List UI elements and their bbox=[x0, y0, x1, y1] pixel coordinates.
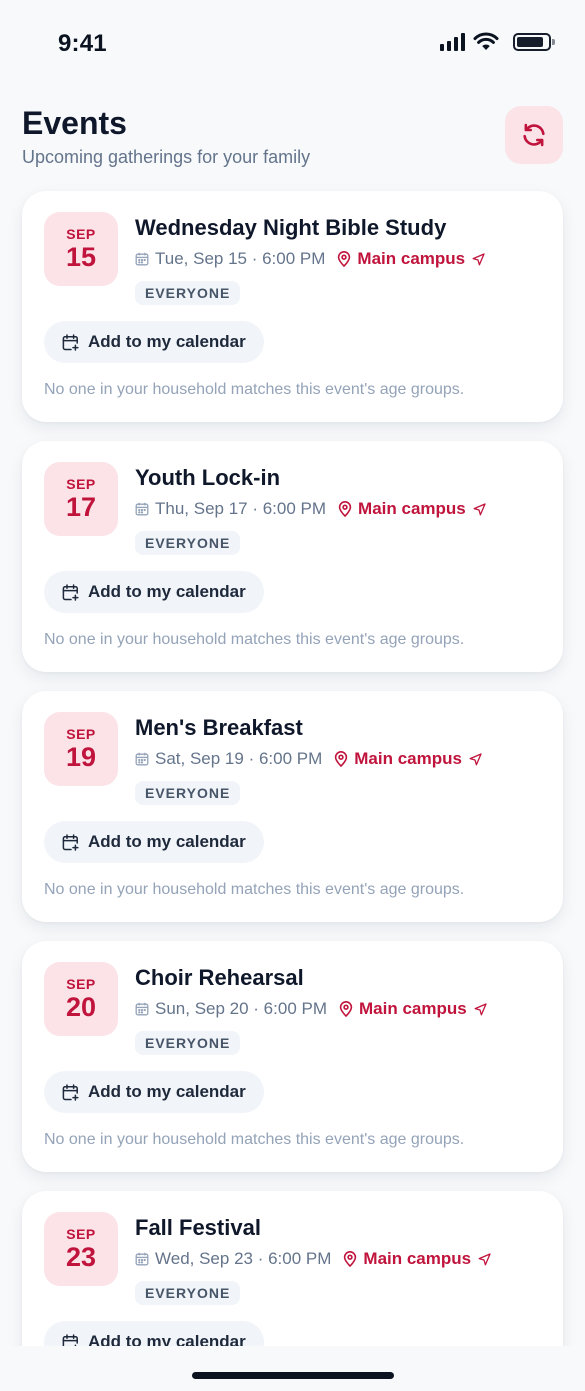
status-time: 9:41 bbox=[58, 30, 107, 57]
event-location: Main campus bbox=[363, 1249, 472, 1268]
event-meta: Tue, Sep 15 · 6:00 PM Main campus bbox=[135, 249, 485, 269]
age-group-notice: No one in your household matches this ev… bbox=[44, 1131, 465, 1148]
refresh-icon bbox=[523, 123, 545, 147]
date-badge: SEP 23 bbox=[44, 1212, 118, 1286]
event-datetime: Sat, Sep 19 · 6:00 PM bbox=[155, 749, 323, 768]
audience-tag: EVERYONE bbox=[135, 531, 241, 555]
date-month: SEP bbox=[66, 476, 96, 492]
date-month: SEP bbox=[66, 976, 96, 992]
calendar-icon bbox=[135, 752, 149, 766]
event-title: Wednesday Night Bible Study bbox=[135, 215, 447, 240]
event-card[interactable]: SEP 19 Men's Breakfast Sat, Sep 19 · 6:0… bbox=[22, 691, 563, 922]
event-datetime: Thu, Sep 17 · 6:00 PM bbox=[155, 499, 327, 518]
audience-tag: EVERYONE bbox=[135, 1031, 241, 1055]
location-pin-icon bbox=[344, 1251, 357, 1267]
age-group-notice: No one in your household matches this ev… bbox=[44, 381, 465, 398]
event-meta: Wed, Sep 23 · 6:00 PM Main campus bbox=[135, 1249, 491, 1269]
navigation-arrow-icon bbox=[472, 252, 485, 265]
navigation-arrow-icon bbox=[473, 502, 486, 515]
audience-tag: EVERYONE bbox=[135, 781, 241, 805]
page-header: Events Upcoming gatherings for your fami… bbox=[22, 104, 563, 170]
add-to-calendar-button[interactable]: Add to my calendar bbox=[44, 821, 264, 863]
event-location: Main campus bbox=[354, 749, 462, 768]
age-group-notice: No one in your household matches this ev… bbox=[44, 881, 465, 898]
date-day: 17 bbox=[65, 492, 97, 522]
refresh-button[interactable] bbox=[505, 106, 563, 164]
calendar-add-icon bbox=[62, 333, 79, 351]
calendar-icon bbox=[135, 1252, 149, 1266]
event-title: Youth Lock-in bbox=[135, 465, 281, 490]
event-location-link[interactable]: Main campus bbox=[334, 749, 482, 769]
calendar-add-icon bbox=[62, 833, 79, 851]
event-location: Main campus bbox=[359, 999, 467, 1018]
wifi-icon bbox=[473, 32, 499, 50]
date-month: SEP bbox=[66, 1226, 96, 1242]
add-to-calendar-label: Add to my calendar bbox=[88, 1082, 246, 1101]
event-meta: Sat, Sep 19 · 6:00 PM Main campus bbox=[135, 749, 482, 769]
add-to-calendar-button[interactable]: Add to my calendar bbox=[44, 1071, 264, 1113]
calendar-add-icon bbox=[62, 1083, 79, 1101]
cellular-signal-icon bbox=[440, 33, 465, 51]
event-title: Men's Breakfast bbox=[135, 715, 303, 740]
battery-icon bbox=[513, 33, 555, 51]
date-badge: SEP 17 bbox=[44, 462, 118, 536]
audience-tag: EVERYONE bbox=[135, 1281, 241, 1305]
date-badge: SEP 20 bbox=[44, 962, 118, 1036]
bottom-safe-area bbox=[0, 1346, 585, 1391]
calendar-icon bbox=[135, 1002, 149, 1016]
add-to-calendar-label: Add to my calendar bbox=[88, 332, 246, 351]
add-to-calendar-label: Add to my calendar bbox=[88, 582, 246, 601]
date-month: SEP bbox=[66, 726, 96, 742]
event-title: Choir Rehearsal bbox=[135, 965, 304, 990]
events-screen: 9:41 Events Upcoming gatherings for your… bbox=[0, 0, 585, 1391]
date-day: 23 bbox=[65, 1242, 97, 1272]
add-to-calendar-label: Add to my calendar bbox=[88, 832, 246, 851]
add-to-calendar-button[interactable]: Add to my calendar bbox=[44, 571, 264, 613]
page-title: Events bbox=[22, 105, 127, 141]
calendar-icon bbox=[135, 252, 149, 266]
event-location-link[interactable]: Main campus bbox=[343, 1249, 491, 1269]
event-card[interactable]: SEP 20 Choir Rehearsal Sun, Sep 20 · 6:0… bbox=[22, 941, 563, 1172]
event-location: Main campus bbox=[357, 249, 466, 268]
location-pin-icon bbox=[338, 251, 351, 267]
event-meta: Sun, Sep 20 · 6:00 PM Main campus bbox=[135, 999, 487, 1019]
date-badge: SEP 19 bbox=[44, 712, 118, 786]
event-datetime: Wed, Sep 23 · 6:00 PM bbox=[155, 1249, 332, 1268]
event-list: SEP 15 Wednesday Night Bible Study Tue, … bbox=[22, 191, 563, 1391]
event-datetime: Sun, Sep 20 · 6:00 PM bbox=[155, 999, 327, 1018]
date-day: 19 bbox=[65, 742, 97, 772]
event-location-link[interactable]: Main campus bbox=[339, 999, 487, 1019]
event-card[interactable]: SEP 15 Wednesday Night Bible Study Tue, … bbox=[22, 191, 563, 422]
calendar-add-icon bbox=[62, 583, 79, 601]
location-pin-icon bbox=[335, 751, 348, 767]
status-icons bbox=[440, 32, 555, 52]
event-meta: Thu, Sep 17 · 6:00 PM Main campus bbox=[135, 499, 486, 519]
age-group-notice: No one in your household matches this ev… bbox=[44, 631, 465, 648]
navigation-arrow-icon bbox=[474, 1002, 487, 1015]
date-day: 15 bbox=[65, 242, 97, 272]
event-location-link[interactable]: Main campus bbox=[338, 499, 486, 519]
navigation-arrow-icon bbox=[478, 1252, 491, 1265]
event-location-link[interactable]: Main campus bbox=[337, 249, 485, 269]
date-month: SEP bbox=[66, 226, 96, 242]
calendar-icon bbox=[135, 502, 149, 516]
date-badge: SEP 15 bbox=[44, 212, 118, 286]
home-indicator bbox=[192, 1372, 394, 1379]
date-day: 20 bbox=[65, 992, 97, 1022]
event-datetime: Tue, Sep 15 · 6:00 PM bbox=[155, 249, 326, 268]
event-location: Main campus bbox=[358, 499, 466, 518]
audience-tag: EVERYONE bbox=[135, 281, 241, 305]
location-pin-icon bbox=[339, 1001, 353, 1017]
event-title: Fall Festival bbox=[135, 1215, 261, 1240]
page-subtitle: Upcoming gatherings for your family bbox=[22, 147, 311, 167]
location-pin-icon bbox=[338, 501, 352, 517]
navigation-arrow-icon bbox=[469, 752, 482, 765]
status-bar: 9:41 bbox=[0, 0, 585, 90]
add-to-calendar-button[interactable]: Add to my calendar bbox=[44, 321, 264, 363]
event-card[interactable]: SEP 17 Youth Lock-in Thu, Sep 17 · 6:00 … bbox=[22, 441, 563, 672]
